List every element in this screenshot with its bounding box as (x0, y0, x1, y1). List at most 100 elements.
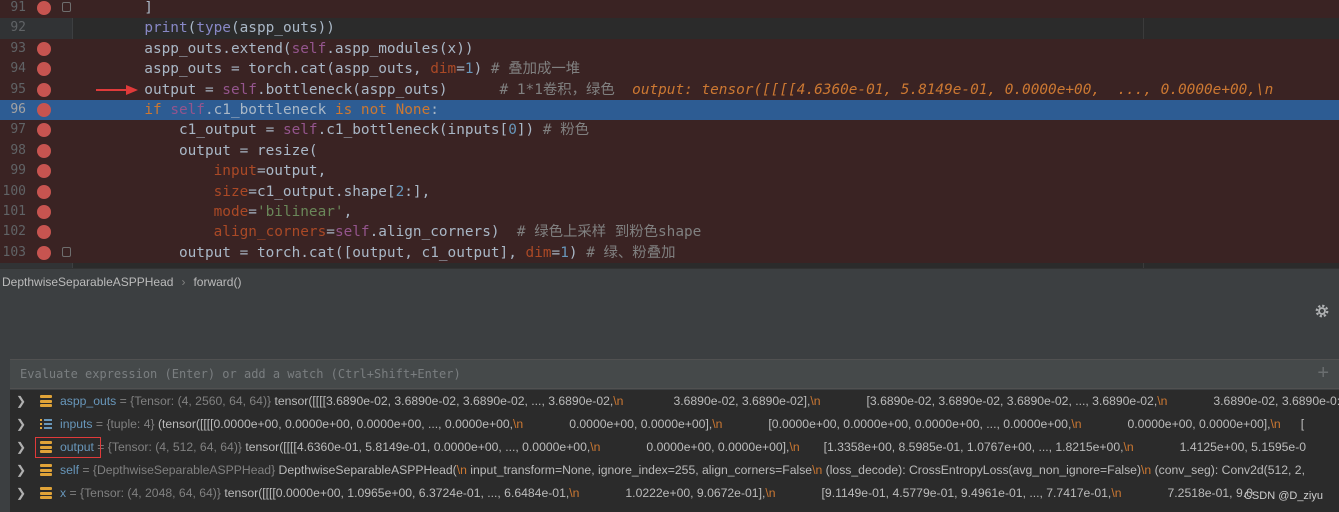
breakpoint-icon[interactable] (37, 184, 51, 199)
code-text: input=output, (213, 163, 327, 180)
value-part: (loss_decode): CrossEntropyLoss(avg_non_… (825, 463, 1142, 477)
code-text: aspp_outs.extend(self.aspp_modules(x)) (75, 40, 474, 57)
breakpoint-icon[interactable] (37, 205, 51, 219)
breakpoint-icon[interactable] (37, 82, 51, 97)
newline-token: \n (513, 417, 524, 431)
tuple-icon (40, 419, 52, 429)
newline-token: \n (1123, 440, 1134, 454)
newline-token: \n (1111, 486, 1122, 500)
newline-token: \n (1157, 394, 1168, 408)
code-text: align_corners=self.align_corners) # 绿色上采… (213, 224, 702, 241)
fold-icon[interactable] (62, 2, 71, 12)
chevron-right-icon: › (181, 275, 186, 289)
code-line-93[interactable]: 93 aspp_outs.extend(self.aspp_modules(x)… (0, 38, 1339, 60)
newline-token: \n (812, 463, 823, 477)
breakpoint-icon[interactable] (37, 164, 51, 179)
highlight-box (35, 437, 101, 458)
code-editor[interactable]: 91 ] 92 print(type(aspp_outs)) 93 aspp_o… (0, 0, 1339, 268)
chevron-right-icon[interactable]: ❯ (16, 413, 26, 436)
code-line-92[interactable]: 92 print(type(aspp_outs)) (0, 18, 1339, 38)
code-line-99[interactable]: 99 input=output, (0, 161, 1339, 182)
breakpoint-icon[interactable] (37, 41, 51, 56)
value-part: [1.3358e+00, 8.5985e-01, 1.0767e+00, ...… (823, 440, 1124, 454)
tensor-icon (40, 487, 52, 499)
code-line-101[interactable]: 101 mode='bilinear', (0, 202, 1339, 223)
code-line-94[interactable]: 94 aspp_outs = torch.cat(aspp_outs, dim=… (0, 59, 1339, 80)
newline-token: \n (1141, 463, 1152, 477)
chevron-right-icon[interactable]: ❯ (16, 459, 26, 482)
breadcrumb-class[interactable]: DepthwiseSeparableASPPHead (2, 275, 173, 289)
variable-row-x[interactable]: ❯ x = {Tensor: (4, 2048, 64, 64)} tensor… (10, 482, 1339, 505)
line-number: 97 (10, 122, 26, 138)
red-arrow-icon (96, 85, 138, 95)
variable-value: tensor([[[[4.6360e-01, 5.8149e-01, 0.000… (245, 440, 1306, 454)
value-part: tensor([[[[3.6890e-02, 3.6890e-02, 3.689… (274, 394, 614, 408)
line-number: 91 (10, 0, 26, 15)
variable-name: self (60, 463, 79, 477)
gear-icon[interactable] (1313, 302, 1331, 320)
variable-name: x (60, 486, 67, 500)
fold-icon[interactable] (62, 246, 71, 257)
code-line-100[interactable]: 100 size=c1_output.shape[2:], (0, 181, 1339, 202)
newline-token: \n (712, 417, 723, 431)
variable-type: {tuple: 4} (106, 417, 155, 431)
breakpoint-icon[interactable] (37, 103, 51, 117)
breakpoint-icon[interactable] (37, 245, 51, 260)
value-part: 3.6890e-02, 3.6890e-0: (1213, 394, 1339, 408)
code-comment: # 绿、粉叠加 (586, 244, 676, 261)
code-line-103[interactable]: 103 output = torch.cat([output, c1_outpu… (0, 242, 1339, 264)
breakpoint-icon[interactable] (37, 143, 51, 158)
line-number: 102 (2, 224, 26, 240)
breakpoint-icon[interactable] (37, 1, 51, 15)
value-part: tensor([[[[4.6360e-01, 5.8149e-01, 0.000… (245, 440, 591, 454)
value-part: input_transform=None, ignore_index=255, … (470, 463, 813, 477)
variable-row-self[interactable]: ❯ self = {DepthwiseSeparableASPPHead} De… (10, 459, 1339, 482)
line-number: 92 (10, 20, 26, 36)
inline-debug-label: output: (632, 81, 693, 98)
line-number: 100 (2, 183, 26, 199)
value-part: DepthwiseSeparableASPPHead( (278, 463, 457, 477)
value-part: 1.4125e+00, 5.1595e-0 (1179, 440, 1307, 454)
inline-debug-value: tensor([[[[4.6360e-01, 5.8149e-01, 0.000… (701, 81, 1274, 98)
code-text: print(type(aspp_outs)) (144, 20, 335, 37)
variable-row-output[interactable]: ❯ output = {Tensor: (4, 512, 64, 64)} te… (10, 436, 1339, 459)
code-line-95[interactable]: 95 output = self.bottleneck(aspp_outs) #… (0, 79, 1339, 100)
variable-type: {Tensor: (4, 2560, 64, 64)} (130, 394, 272, 408)
value-part: [3.6890e-02, 3.6890e-02, 3.6890e-02, ...… (866, 394, 1158, 408)
debug-panel: Evaluate expression (Enter) or add a wat… (0, 296, 1339, 512)
code-text: output = self.bottleneck(aspp_outs) # 1*… (75, 81, 1274, 98)
line-number: 93 (10, 40, 26, 56)
value-part: [9.1149e-01, 4.5779e-01, 9.4961e-01, ...… (821, 486, 1112, 500)
code-line-97[interactable]: 97 c1_output = self.c1_bottleneck(inputs… (0, 120, 1339, 141)
breakpoint-icon[interactable] (37, 123, 51, 138)
evaluate-expression-input[interactable]: Evaluate expression (Enter) or add a wat… (10, 359, 1339, 389)
value-part: (tensor([[[[0.0000e+00, 0.0000e+00, 0.00… (157, 417, 514, 431)
variable-row-aspp_outs[interactable]: ❯ aspp_outs = {Tensor: (4, 2560, 64, 64)… (10, 390, 1339, 413)
line-number: 99 (10, 163, 26, 179)
value-part: (conv_seg): Conv2d(512, 2, (1154, 463, 1305, 477)
newline-token: \n (456, 463, 467, 477)
newline-token: \n (789, 440, 800, 454)
variable-row-inputs[interactable]: ❯ inputs = {tuple: 4} (tensor([[[[0.0000… (10, 413, 1339, 436)
equals-sign: = (95, 417, 104, 431)
line-number: 95 (10, 81, 26, 97)
code-line-102[interactable]: 102 align_corners=self.align_corners) # … (0, 222, 1339, 243)
breakpoint-icon[interactable] (37, 225, 51, 240)
code-line-91[interactable]: 91 ] (0, 0, 1339, 19)
equals-sign: = (69, 486, 77, 500)
breadcrumb-method[interactable]: forward() (193, 275, 241, 289)
code-text: output = torch.cat([output, c1_output], … (75, 244, 676, 261)
code-text: mode='bilinear', (213, 204, 353, 220)
add-watch-icon[interactable]: + (1317, 362, 1329, 385)
newline-token: \n (1270, 417, 1281, 431)
chevron-right-icon[interactable]: ❯ (16, 482, 26, 505)
code-line-98[interactable]: 98 output = resize( (0, 140, 1339, 162)
line-number: 98 (10, 142, 26, 158)
tensor-icon (40, 395, 52, 407)
code-comment: # 叠加成一堆 (490, 61, 581, 78)
chevron-right-icon[interactable]: ❯ (16, 390, 26, 413)
breakpoint-icon[interactable] (37, 62, 51, 77)
chevron-right-icon[interactable]: ❯ (16, 436, 26, 459)
code-line-96-current[interactable]: 96 if self.c1_bottleneck is not None: (0, 100, 1339, 121)
value-part: 1.0222e+00, 9.0672e-01], (625, 486, 766, 500)
